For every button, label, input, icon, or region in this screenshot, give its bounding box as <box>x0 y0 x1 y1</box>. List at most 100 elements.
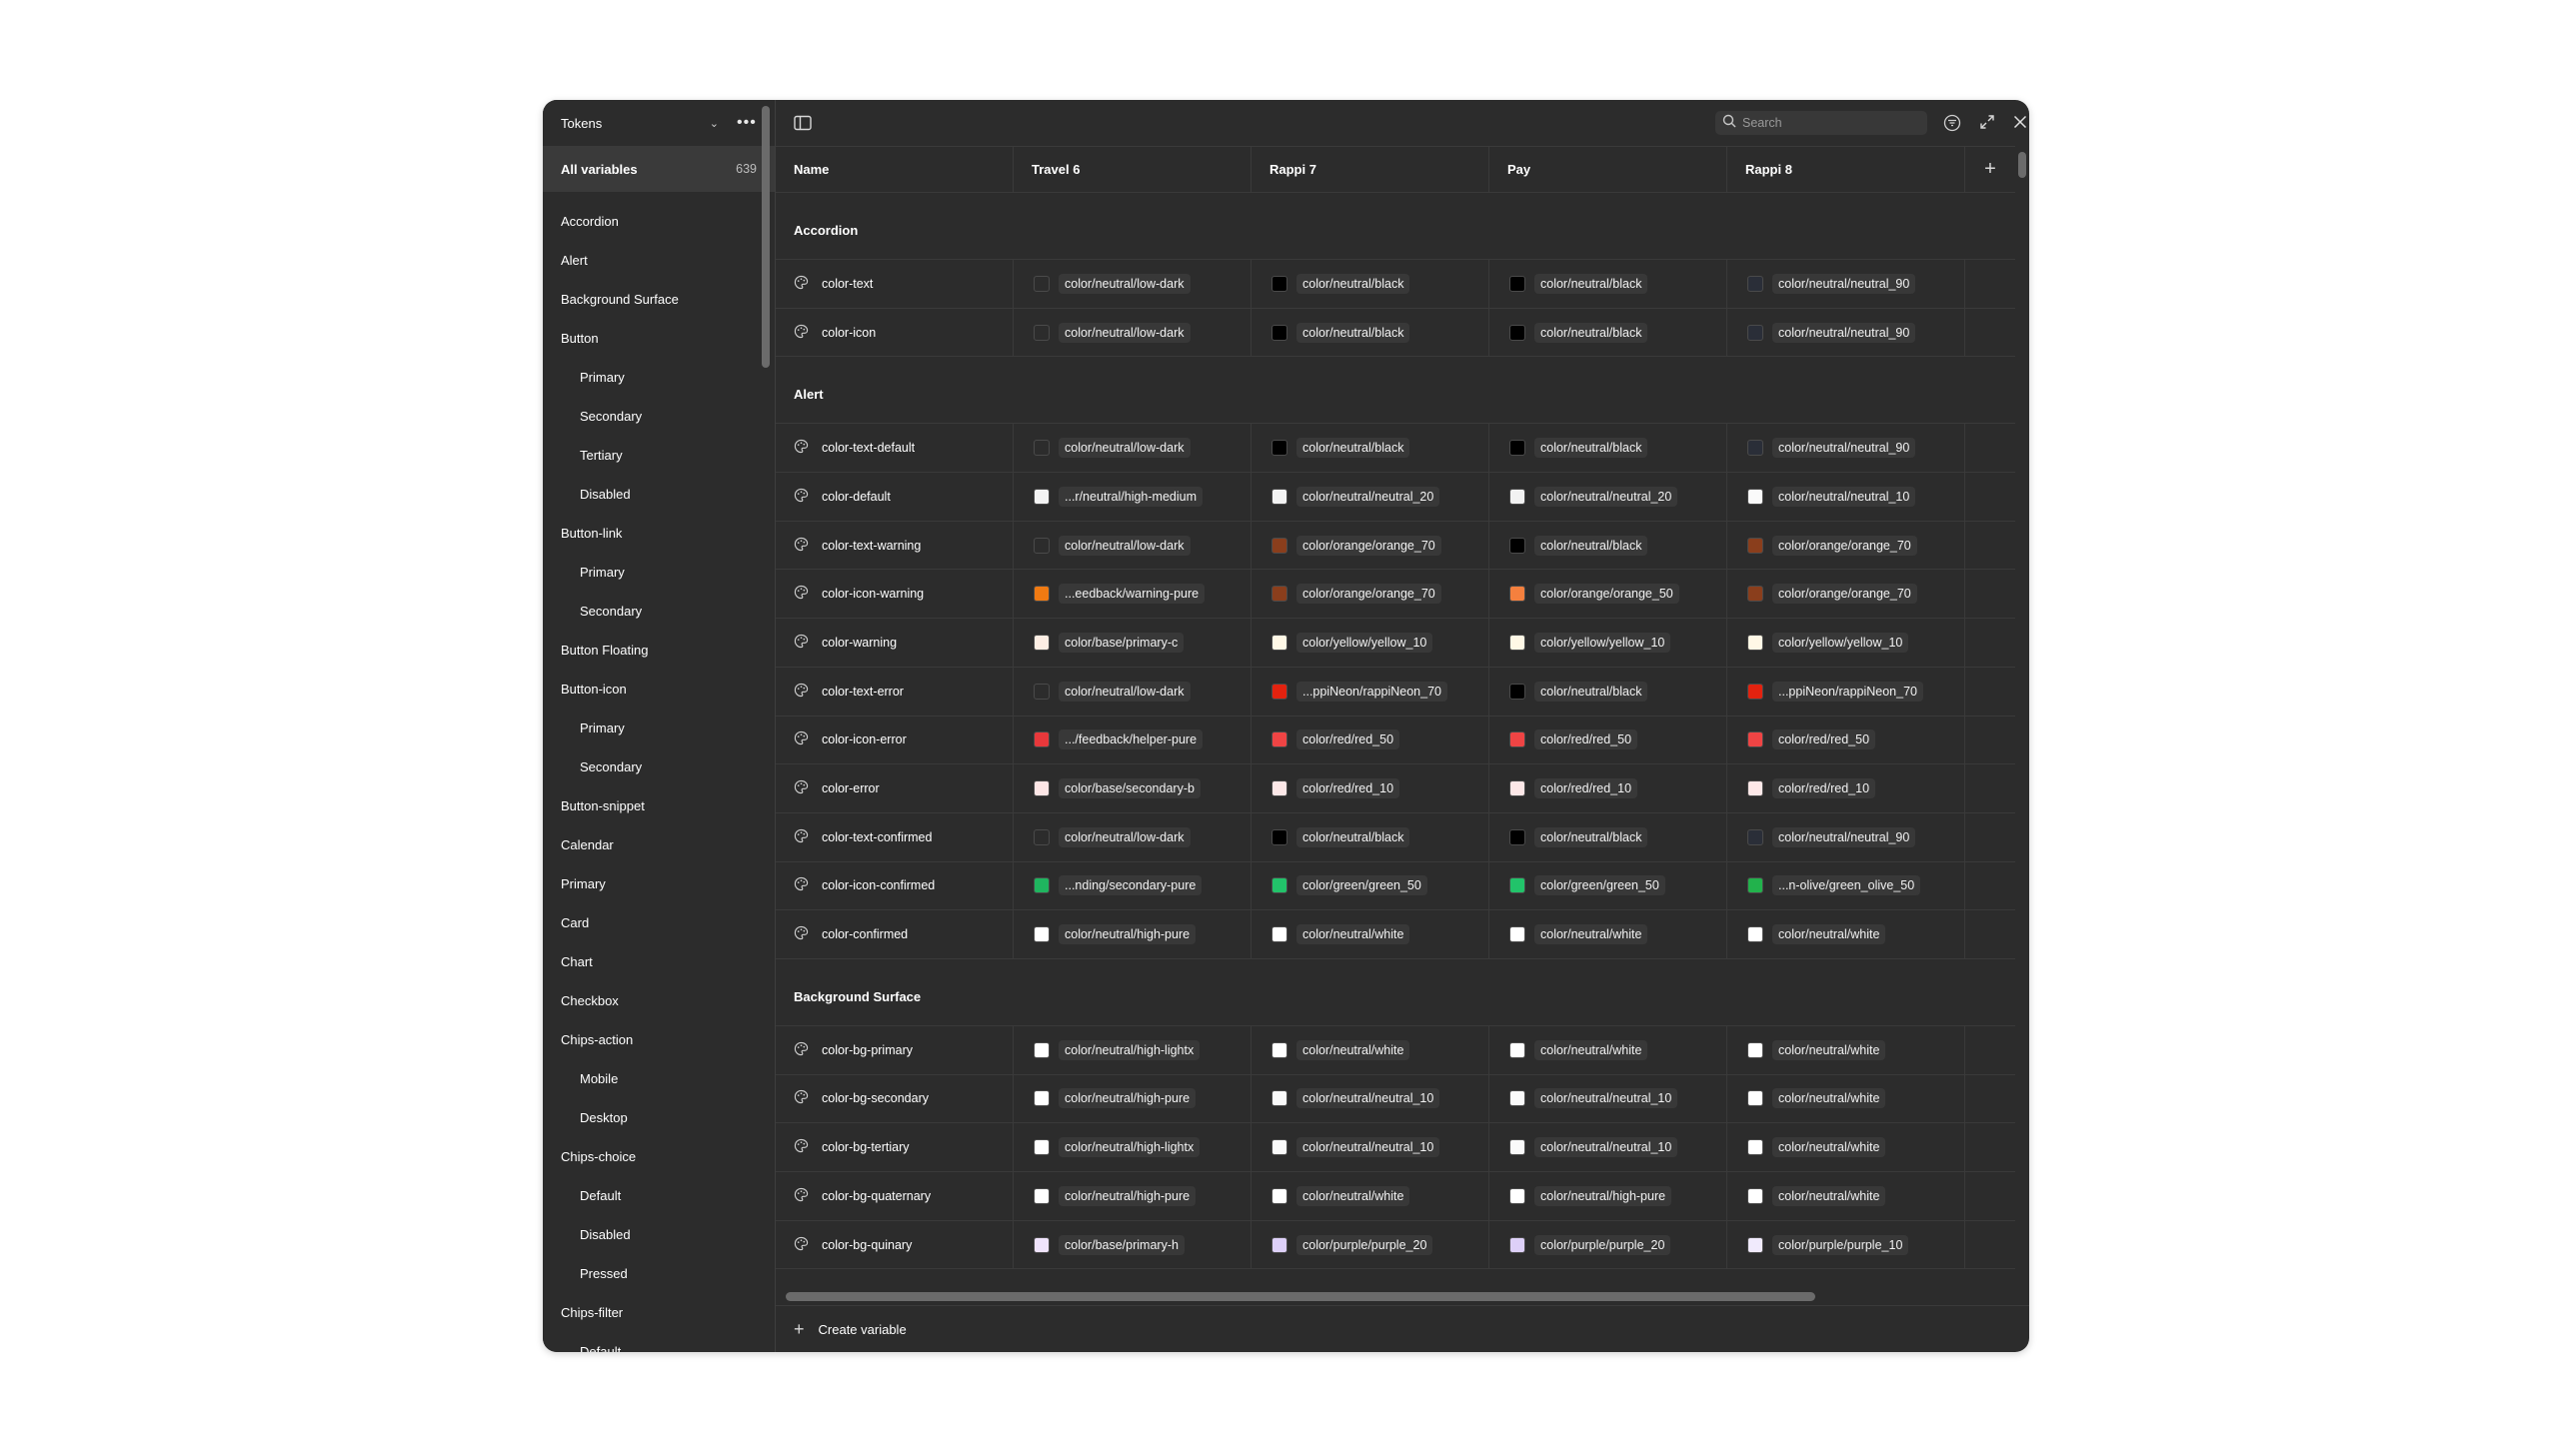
variable-value-cell[interactable]: color/neutral/black <box>1252 812 1489 861</box>
filter-icon[interactable] <box>1943 114 1961 137</box>
table-row[interactable]: color-text-error color/neutral/low-dark..… <box>776 667 2015 717</box>
sidebar-item-group[interactable]: Pressed <box>543 1254 775 1293</box>
variable-value-cell[interactable]: color/neutral/black <box>1252 424 1489 473</box>
variable-value-cell[interactable]: color/neutral/neutral_10 <box>1489 1074 1727 1123</box>
variable-value-cell[interactable]: color/orange/orange_70 <box>1727 570 1965 619</box>
variable-name-cell[interactable]: color-default <box>776 473 1014 521</box>
variable-value-cell[interactable]: color/neutral/white <box>1252 910 1489 958</box>
table-row[interactable]: color-bg-primary color/neutral/high-light… <box>776 1025 2015 1075</box>
table-row[interactable]: color-text color/neutral/low-dark color/ne… <box>776 260 2015 309</box>
variable-value-cell[interactable]: color/neutral/high-lightx <box>1014 1123 1252 1171</box>
variable-value-cell[interactable]: color/red/red_50 <box>1252 716 1489 764</box>
variable-value-cell[interactable]: color/red/red_10 <box>1489 764 1727 812</box>
table-row[interactable]: color-bg-quaternary color/neutral/high-pu… <box>776 1172 2015 1221</box>
variable-name-cell[interactable]: color-warning <box>776 619 1014 667</box>
variable-value-cell[interactable]: color/red/red_10 <box>1727 764 1965 812</box>
toggle-sidebar-icon[interactable] <box>794 115 812 136</box>
sidebar-item-group[interactable]: Accordion <box>543 202 775 241</box>
sidebar-item-group[interactable]: Secondary <box>543 397 775 436</box>
variable-value-cell[interactable]: color/neutral/white <box>1489 1025 1727 1074</box>
column-header-mode[interactable]: Travel 6 <box>1014 147 1252 192</box>
variable-value-cell[interactable]: ...r/neutral/high-medium <box>1014 473 1252 521</box>
variable-name-cell[interactable]: color-confirmed <box>776 910 1014 958</box>
variable-name-cell[interactable]: color-bg-secondary <box>776 1074 1014 1123</box>
table-row[interactable]: color-bg-tertiary color/neutral/high-ligh… <box>776 1123 2015 1172</box>
variable-value-cell[interactable]: color/orange/orange_50 <box>1489 570 1727 619</box>
variable-value-cell[interactable]: color/neutral/white <box>1252 1025 1489 1074</box>
create-variable-button[interactable]: + Create variable <box>776 1305 2029 1352</box>
variable-value-cell[interactable]: color/neutral/low-dark <box>1014 521 1252 570</box>
variable-value-cell[interactable]: color/neutral/high-pure <box>1014 910 1252 958</box>
variable-name-cell[interactable]: color-text-default <box>776 424 1014 473</box>
sidebar-item-group[interactable]: Chips-action <box>543 1020 775 1059</box>
sidebar-item-all-variables[interactable]: All variables 639 <box>543 146 775 192</box>
table-row[interactable]: color-warning color/base/primary-c color/y… <box>776 619 2015 668</box>
sidebar-item-group[interactable]: Desktop <box>543 1098 775 1137</box>
sidebar-item-group[interactable]: Default <box>543 1176 775 1215</box>
variable-value-cell[interactable]: color/purple/purple_10 <box>1727 1220 1965 1269</box>
variable-value-cell[interactable]: color/neutral/low-dark <box>1014 424 1252 473</box>
variable-value-cell[interactable]: color/neutral/low-dark <box>1014 812 1252 861</box>
sidebar-item-group[interactable]: Mobile <box>543 1059 775 1098</box>
variable-value-cell[interactable]: color/neutral/neutral_10 <box>1252 1074 1489 1123</box>
variable-value-cell[interactable]: color/neutral/black <box>1489 667 1727 716</box>
variable-name-cell[interactable]: color-bg-tertiary <box>776 1123 1014 1171</box>
table-row[interactable]: color-confirmed color/neutral/high-pure co… <box>776 910 2015 959</box>
variable-value-cell[interactable]: color/purple/purple_20 <box>1489 1220 1727 1269</box>
sidebar-item-group[interactable]: Disabled <box>543 1215 775 1254</box>
variable-value-cell[interactable]: color/green/green_50 <box>1489 861 1727 910</box>
collection-select[interactable]: Tokens ⌄ <box>561 116 719 131</box>
variable-name-cell[interactable]: color-bg-quinary <box>776 1220 1014 1269</box>
sidebar-item-group[interactable]: Secondary <box>543 592 775 631</box>
table-horizontal-scrollbar[interactable] <box>786 1292 1815 1301</box>
variable-value-cell[interactable]: color/yellow/yellow_10 <box>1727 619 1965 667</box>
variable-name-cell[interactable]: color-text <box>776 260 1014 308</box>
variable-value-cell[interactable]: color/neutral/high-pure <box>1014 1172 1252 1220</box>
variable-name-cell[interactable]: color-text-confirmed <box>776 812 1014 861</box>
column-header-mode[interactable]: Pay <box>1489 147 1727 192</box>
variable-value-cell[interactable]: color/neutral/black <box>1252 308 1489 357</box>
variable-value-cell[interactable]: color/green/green_50 <box>1252 861 1489 910</box>
variable-value-cell[interactable]: color/neutral/white <box>1727 1025 1965 1074</box>
variable-value-cell[interactable]: .../feedback/helper-pure <box>1014 716 1252 764</box>
sidebar-item-group[interactable]: Chart <box>543 942 775 981</box>
variable-value-cell[interactable]: color/base/secondary-b <box>1014 764 1252 812</box>
column-header-name[interactable]: Name <box>776 147 1014 192</box>
variable-value-cell[interactable]: color/neutral/black <box>1489 424 1727 473</box>
variable-value-cell[interactable]: color/neutral/low-dark <box>1014 667 1252 716</box>
search-input[interactable] <box>1742 116 1912 130</box>
table-row[interactable]: color-error color/base/secondary-b color/r… <box>776 764 2015 813</box>
sidebar-item-group[interactable]: Button-snippet <box>543 786 775 825</box>
variable-value-cell[interactable]: color/neutral/white <box>1727 1172 1965 1220</box>
sidebar-item-group[interactable]: Default <box>543 1332 775 1352</box>
variable-value-cell[interactable]: color/neutral/low-dark <box>1014 308 1252 357</box>
expand-icon[interactable] <box>1979 114 1995 135</box>
variable-value-cell[interactable]: color/neutral/white <box>1727 1074 1965 1123</box>
sidebar-item-group[interactable]: Chips-choice <box>543 1137 775 1176</box>
table-row[interactable]: color-bg-secondary color/neutral/high-pur… <box>776 1074 2015 1124</box>
variable-name-cell[interactable]: color-bg-quaternary <box>776 1172 1014 1220</box>
table-row[interactable]: color-text-warning color/neutral/low-dark… <box>776 521 2015 571</box>
variable-value-cell[interactable]: color/neutral/high-pure <box>1489 1172 1727 1220</box>
variable-value-cell[interactable]: color/neutral/black <box>1252 260 1489 308</box>
sidebar-item-group[interactable]: Button <box>543 319 775 358</box>
variable-value-cell[interactable]: color/base/primary-c <box>1014 619 1252 667</box>
sidebar-item-group[interactable]: Calendar <box>543 825 775 864</box>
table-vertical-scrollbar[interactable] <box>2018 152 2026 178</box>
sidebar-item-group[interactable]: Primary <box>543 709 775 747</box>
variable-value-cell[interactable]: color/neutral/white <box>1489 910 1727 958</box>
sidebar-item-group[interactable]: Disabled <box>543 475 775 514</box>
variable-value-cell[interactable]: color/base/primary-h <box>1014 1220 1252 1269</box>
variable-value-cell[interactable]: color/neutral/white <box>1727 1123 1965 1171</box>
variable-value-cell[interactable]: color/neutral/black <box>1489 260 1727 308</box>
variable-value-cell[interactable]: color/neutral/neutral_90 <box>1727 812 1965 861</box>
variable-value-cell[interactable]: ...nding/secondary-pure <box>1014 861 1252 910</box>
table-row[interactable]: color-text-confirmed color/neutral/low-da… <box>776 812 2015 862</box>
variable-value-cell[interactable]: ...ppiNeon/rappiNeon_70 <box>1252 667 1489 716</box>
variable-value-cell[interactable]: color/orange/orange_70 <box>1252 521 1489 570</box>
variable-value-cell[interactable]: color/purple/purple_20 <box>1252 1220 1489 1269</box>
sidebar-item-group[interactable]: Primary <box>543 358 775 397</box>
variable-value-cell[interactable]: ...eedback/warning-pure <box>1014 570 1252 619</box>
sidebar-item-group[interactable]: Alert <box>543 241 775 280</box>
variable-value-cell[interactable]: color/neutral/neutral_90 <box>1727 424 1965 473</box>
